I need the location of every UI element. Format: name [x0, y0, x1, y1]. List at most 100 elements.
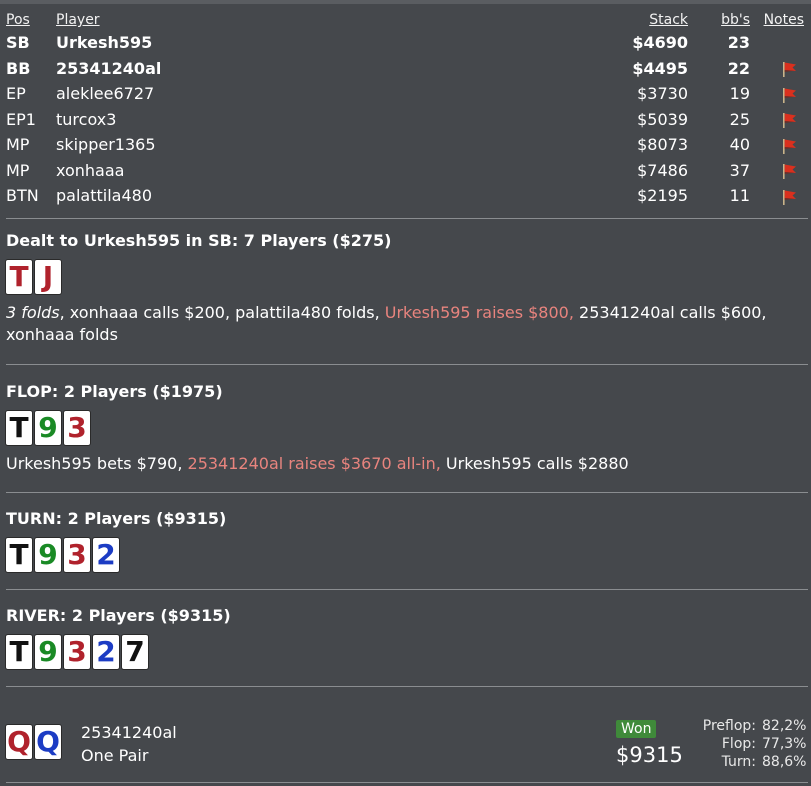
player-stack: $8073 [637, 135, 688, 154]
notes-cell [761, 132, 806, 158]
playing-card: 9 [35, 635, 61, 669]
divider [6, 686, 808, 687]
equity-value: 77,3% [762, 736, 807, 752]
player-bbs: 25 [729, 109, 750, 129]
player-name[interactable]: xonhaaa [56, 158, 124, 184]
player-bbs: 37 [729, 160, 750, 180]
player-stack: $4690 [632, 33, 688, 52]
action-text: Urkesh595 bets $790, [6, 454, 188, 473]
equity-row: Flop: 77,3% [696, 735, 807, 753]
header-player[interactable]: Player [56, 10, 100, 30]
equity-label: Preflop: [702, 718, 756, 734]
player-position: SB [6, 33, 30, 52]
playing-card: 3 [64, 411, 90, 445]
equity-label: Turn: [721, 754, 756, 770]
header-pos[interactable]: Pos [6, 10, 30, 30]
divider [6, 782, 808, 783]
red-flag-icon[interactable] [780, 163, 798, 179]
playing-card: Q [35, 725, 61, 759]
player-stack: $3730 [637, 84, 688, 103]
player-position: EP1 [6, 109, 36, 129]
notes-cell [761, 158, 806, 184]
player-stack: $7486 [637, 160, 688, 180]
player-bbs: 19 [729, 84, 750, 103]
winner-name[interactable]: 25341240al [81, 723, 177, 742]
notes-cell [761, 107, 806, 133]
red-flag-icon[interactable] [780, 112, 798, 128]
playing-card: 2 [93, 635, 119, 669]
flop-cards: T93 [6, 411, 806, 445]
turn-cards: T932 [6, 538, 806, 572]
player-position: BB [6, 58, 31, 78]
player-position: MP [6, 135, 30, 154]
preflop-section: Dealt to Urkesh595 in SB: 7 Players ($27… [6, 231, 806, 346]
player-row[interactable]: BTN palattila480 $2195 11 [6, 183, 806, 209]
player-name[interactable]: 25341240al [56, 56, 161, 82]
playing-card: 9 [35, 411, 61, 445]
showdown-cards: QQ [6, 725, 61, 759]
playing-card: T [6, 538, 32, 572]
notes-cell [761, 81, 806, 107]
showdown-result: QQ 25341240al One Pair Won $9315 Preflop… [6, 717, 806, 777]
won-badge: Won [616, 720, 657, 738]
header-notes[interactable]: Notes [759, 10, 804, 30]
action-hero-raise: Urkesh595 raises $800, [384, 303, 574, 322]
action-text: Urkesh595 calls $2880 [440, 454, 629, 473]
equity-row: Turn: 88,6% [696, 753, 807, 771]
playing-card: T [6, 260, 32, 294]
player-row[interactable]: MP skipper1365 $8073 40 [6, 132, 806, 158]
player-row[interactable]: EP aleklee6727 $3730 19 [6, 81, 806, 107]
playing-card: T [6, 635, 32, 669]
action-folds: 3 folds [6, 303, 60, 322]
river-section: RIVER: 2 Players ($9315) T9327 [6, 606, 806, 669]
player-name[interactable]: skipper1365 [56, 132, 156, 158]
red-flag-icon[interactable] [780, 138, 798, 154]
player-row[interactable]: EP1 turcox3 $5039 25 [6, 107, 806, 133]
playing-card: 7 [122, 635, 148, 669]
header-bbs[interactable]: bb's [710, 10, 750, 30]
equity-value: 88,6% [762, 754, 807, 770]
equity-stats: Preflop: 82,2% Flop: 77,3% Turn: 88,6% [696, 717, 807, 771]
player-position: EP [6, 84, 26, 103]
playing-card: 3 [64, 538, 90, 572]
red-flag-icon[interactable] [780, 189, 798, 205]
player-row[interactable]: MP xonhaaa $7486 37 [6, 158, 806, 184]
playing-card: 9 [35, 538, 61, 572]
player-name[interactable]: palattila480 [56, 183, 152, 209]
player-name[interactable]: turcox3 [56, 107, 116, 133]
divider [6, 492, 808, 493]
player-bbs: 22 [727, 58, 750, 78]
preflop-action: 3 folds, xonhaaa calls $200, palattila48… [6, 302, 806, 346]
action-text: , xonhaaa calls $200, palattila480 folds… [59, 303, 385, 322]
player-name[interactable]: aleklee6727 [56, 81, 154, 107]
playing-card: T [6, 411, 32, 445]
playing-card: Q [6, 725, 32, 759]
playing-card: J [35, 260, 61, 294]
winner-hand: One Pair [81, 746, 149, 765]
header-stack[interactable]: Stack [649, 10, 688, 30]
player-row[interactable]: SB Urkesh595 $4690 23 [6, 30, 806, 56]
player-bbs: 40 [729, 135, 750, 154]
player-stack: $4495 [632, 58, 688, 78]
notes-cell [761, 56, 806, 82]
turn-title: TURN: 2 Players ($9315) [6, 509, 227, 528]
hole-cards: TJ [6, 260, 806, 294]
divider [6, 364, 808, 365]
equity-value: 82,2% [762, 718, 807, 734]
player-stack: $2195 [637, 186, 688, 205]
red-flag-icon[interactable] [780, 61, 798, 77]
flop-title: FLOP: 2 Players ($1975) [6, 382, 223, 401]
player-name[interactable]: Urkesh595 [56, 30, 152, 56]
notes-cell [761, 183, 806, 209]
red-flag-icon[interactable] [780, 87, 798, 103]
player-position: BTN [6, 186, 39, 205]
river-cards: T9327 [6, 635, 806, 669]
player-row[interactable]: BB 25341240al $4495 22 [6, 56, 806, 82]
players-table: Pos Player Stack bb's Notes SB Urkesh595 $… [6, 10, 806, 209]
playing-card: 2 [93, 538, 119, 572]
action-villain-raise: 25341240al raises $3670 all-in, [187, 454, 441, 473]
table-header: Pos Player Stack bb's Notes [6, 10, 806, 30]
player-position: MP [6, 160, 30, 180]
player-bbs: 11 [729, 186, 750, 205]
divider [6, 218, 808, 219]
